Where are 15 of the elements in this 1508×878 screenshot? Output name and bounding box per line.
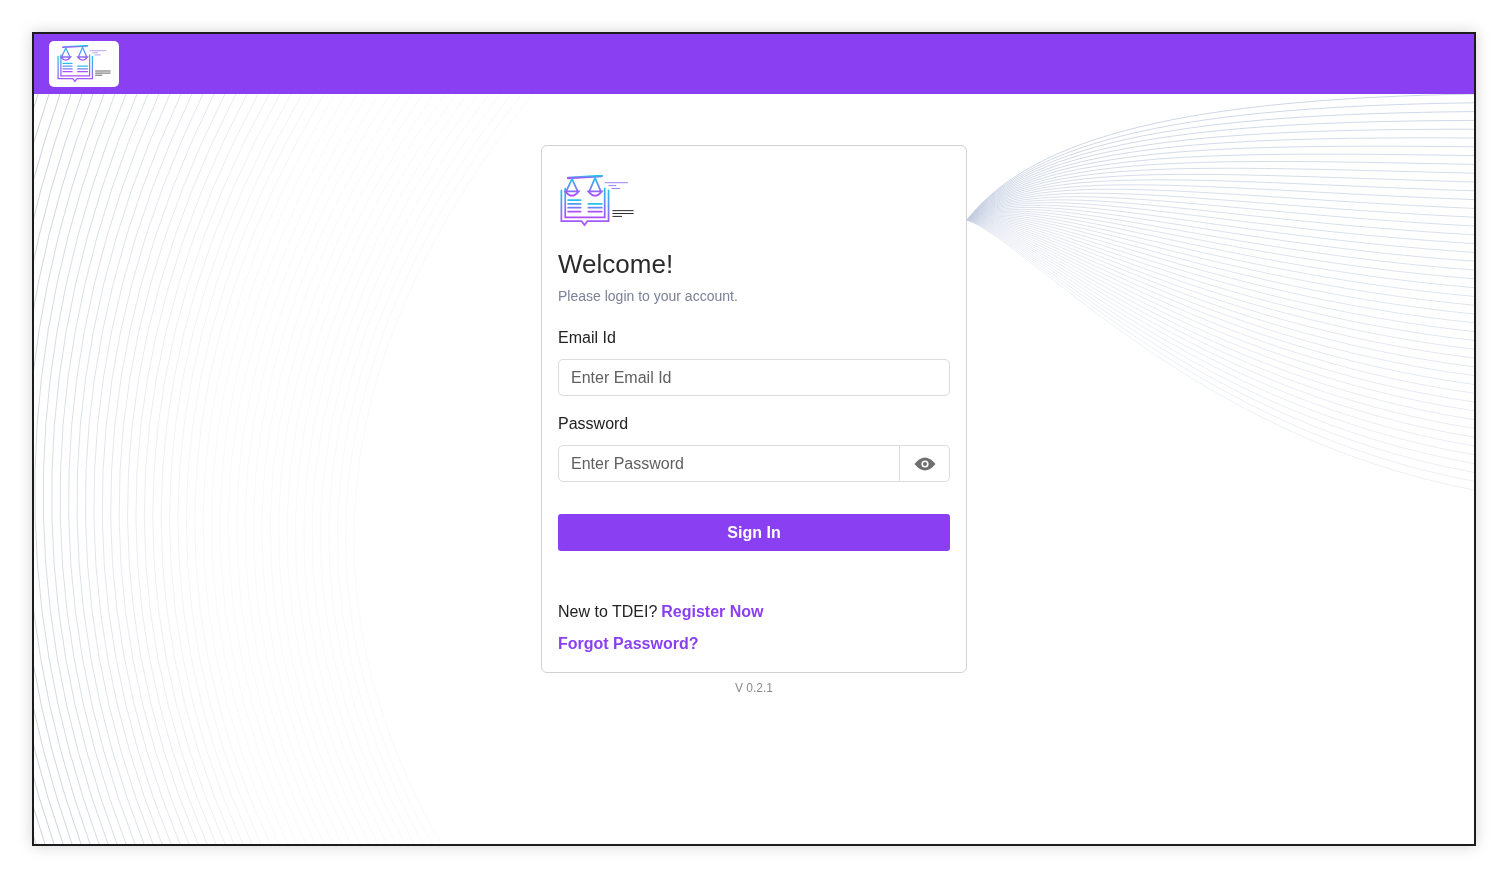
- field-label: Email Id: [558, 328, 616, 348]
- login-subtitle: Please login to your account.: [558, 287, 738, 306]
- field-label: Password: [558, 414, 629, 434]
- password-field[interactable]: Enter Password: [558, 445, 900, 482]
- register-prompt: New to TDEI?: [558, 602, 658, 622]
- eye-icon: [913, 456, 936, 471]
- email-field[interactable]: Enter Email Id: [558, 359, 950, 396]
- register-link[interactable]: Register Now: [661, 601, 764, 623]
- scales-book-logo: [56, 45, 112, 83]
- logo-tile[interactable]: [49, 41, 119, 87]
- forgot-password-link[interactable]: Forgot Password?: [558, 633, 699, 655]
- version-label: V 0.2.1: [735, 681, 773, 695]
- show-password-button[interactable]: [900, 445, 950, 482]
- sign-in-button[interactable]: Sign In: [558, 514, 950, 551]
- welcome-title: Welcome!: [558, 248, 674, 281]
